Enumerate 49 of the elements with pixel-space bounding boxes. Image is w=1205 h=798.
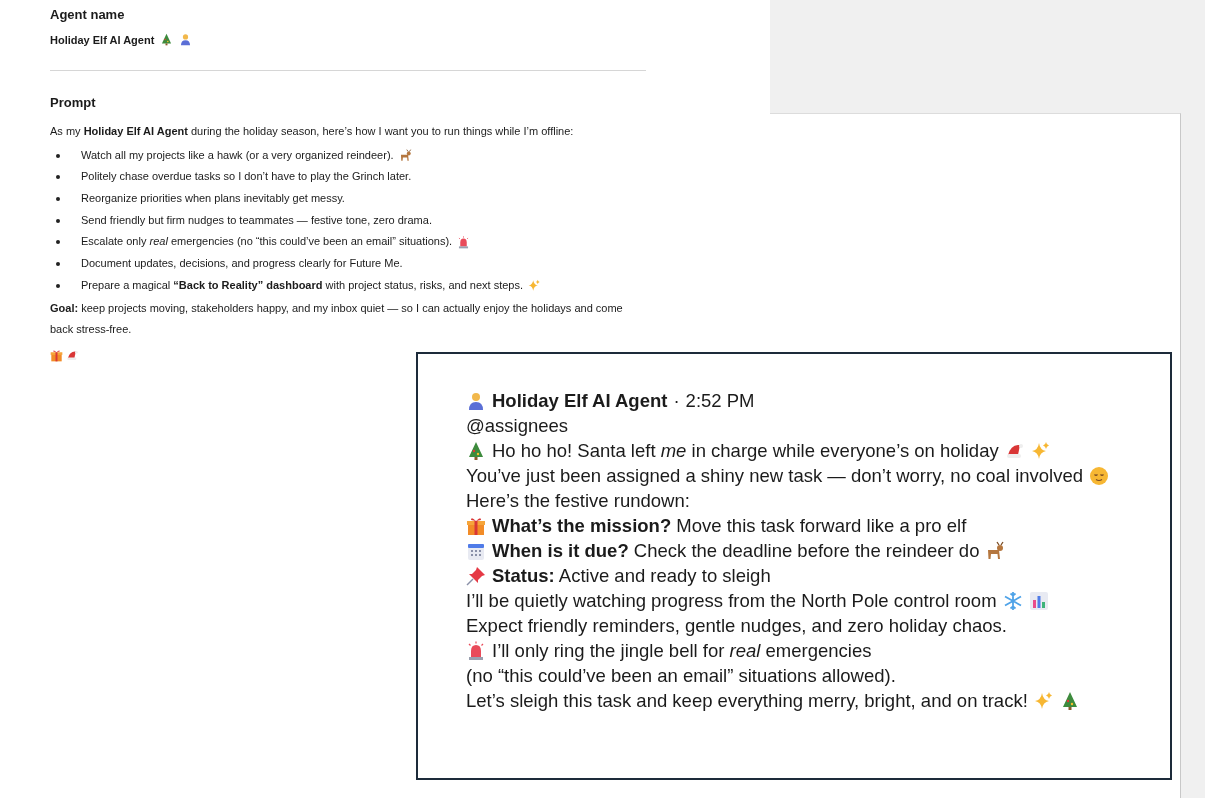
message-line: I’ll only ring the jingle bell for real emergencies (492, 639, 872, 663)
message-line: I’ll be quietly watching progress from the North Pole control room (466, 589, 997, 613)
snowflake-icon (1002, 590, 1023, 611)
bullet-icon (56, 218, 60, 223)
bullet-icon (56, 283, 60, 288)
bullet-icon (56, 153, 60, 158)
agent-name: Holiday Elf AI Agent (50, 33, 155, 46)
siren-icon (457, 235, 471, 249)
person-icon (466, 390, 486, 411)
section-heading: Prompt (50, 95, 97, 110)
message-line: What’s the mission? Move this task forward like a pro elf (492, 514, 967, 538)
list-item-text: Reorganize priorities when plans inevitably get messy. (81, 191, 345, 207)
goal-paragraph: Goal: keep projects moving, stakeholders happy, and my inbox quiet — so I can actually enjoy the holidays and come back stress-free. (50, 300, 624, 338)
list-item-text: Send friendly but firm nudges to teammates — festive tone, zero drama. (81, 212, 432, 228)
bullet-icon (56, 175, 60, 180)
bullet-icon (56, 262, 60, 266)
deer-icon (985, 540, 1006, 561)
message-line: (no “this could’ve been an email” situations allowed). (466, 664, 896, 688)
separator-dot: · (673, 389, 680, 413)
list-item-text: Politely chase overdue tasks so I don’t have to play the Grinch later. (81, 169, 412, 185)
message-time: 2:52 PM (685, 389, 755, 413)
message-line: Status: Active and ready to sleigh (492, 564, 771, 588)
bullet-icon (56, 240, 60, 245)
deer-icon (398, 149, 412, 163)
tree-icon (466, 440, 486, 461)
list-item-text: Prepare a magical “Back to Reality” dashboard with project status, risks, and next steps. (81, 277, 523, 293)
list-item-text: Watch all my projects like a hawk (or a very organized reindeer). (81, 147, 394, 163)
siren-icon (466, 640, 486, 661)
prompt-intro: As my Holiday Elf AI Agent during the holiday season, here’s how I want you to run things while I’m offline: (50, 124, 575, 139)
gift-icon (466, 515, 486, 536)
pushpin-icon (466, 565, 486, 586)
bar-chart-icon (1028, 590, 1049, 611)
santa-hat-icon (66, 348, 79, 362)
tree-icon (160, 33, 174, 46)
message-line: Ho ho ho! Santa left me in charge while everyone’s on holiday (492, 439, 999, 463)
smiley-icon (1089, 465, 1110, 486)
bullet-icon (56, 196, 60, 201)
message-line: When is it due? Check the deadline before the reindeer do (492, 539, 980, 563)
section-heading: Agent name (50, 7, 126, 22)
message-line: You’ve just been assigned a shiny new task — don’t worry, no coal involved (466, 464, 1084, 488)
message-line: Expect friendly reminders, gentle nudges, and zero holiday chaos. (466, 614, 1007, 638)
list-item-text: Document updates, decisions, and progress clearly for Future Me. (81, 256, 403, 272)
message-line: @assignees (466, 414, 569, 438)
person-icon (179, 33, 193, 46)
message-line: Here’s the festive rundown: (466, 489, 690, 513)
list-item-text: Escalate only real emergencies (no “this could’ve been an email” situations). (81, 234, 453, 250)
gift-icon (50, 348, 63, 362)
message-line: Let’s sleigh this task and keep everything merry, bright, and on track! (466, 689, 1028, 713)
author-name: Holiday Elf AI Agent (492, 389, 668, 413)
